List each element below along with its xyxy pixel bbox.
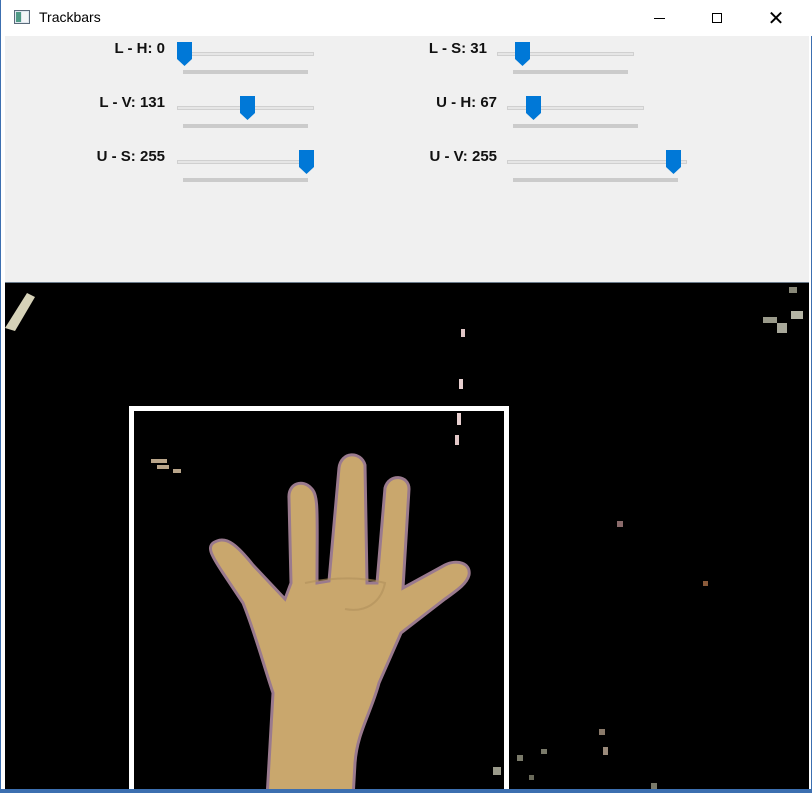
trackbars-window: Trackbars ✕ L - H: 0 L - S: 31 L - V: 13… [0,0,812,793]
trackbar-thumb[interactable] [515,42,530,66]
minimize-icon [653,17,665,19]
maximize-button[interactable] [688,0,746,36]
roi-box [129,406,509,790]
close-icon: ✕ [767,6,785,30]
close-button[interactable]: ✕ [747,0,805,36]
trackbar-track[interactable] [177,160,314,164]
window-title: Trackbars [39,9,101,25]
trackbar-track[interactable] [177,52,314,56]
trackbar-rail [513,124,638,128]
trackbar-label: U - H: 67 [436,94,497,111]
trackbar-thumb[interactable] [240,96,255,120]
minimize-button[interactable] [630,0,688,36]
maximize-icon [712,13,722,23]
trackbar-track[interactable] [507,160,687,164]
trackbar-rail [183,70,308,74]
trackbar-thumb[interactable] [666,150,681,174]
trackbar-label: U - S: 255 [96,148,165,165]
trackbar-rail [513,178,678,182]
trackbar-rail [183,178,308,182]
trackbar-label: L - V: 131 [99,94,165,111]
trackbar-rail [513,70,628,74]
trackbar-label: L - S: 31 [428,40,487,57]
title-bar[interactable]: Trackbars ✕ [1,0,812,36]
window-bottom-border [1,789,812,793]
trackbar-label: U - V: 255 [429,148,497,165]
trackbar-thumb[interactable] [177,42,192,66]
trackbar-thumb[interactable] [526,96,541,120]
app-window-icon [14,10,30,24]
trackbar-label: L - H: 0 [114,40,165,57]
trackbar-thumb[interactable] [299,150,314,174]
trackbar-panel: L - H: 0 L - S: 31 L - V: 131 U - H: 67 [5,36,809,282]
camera-mask-view [5,282,809,790]
trackbar-rail [183,124,308,128]
